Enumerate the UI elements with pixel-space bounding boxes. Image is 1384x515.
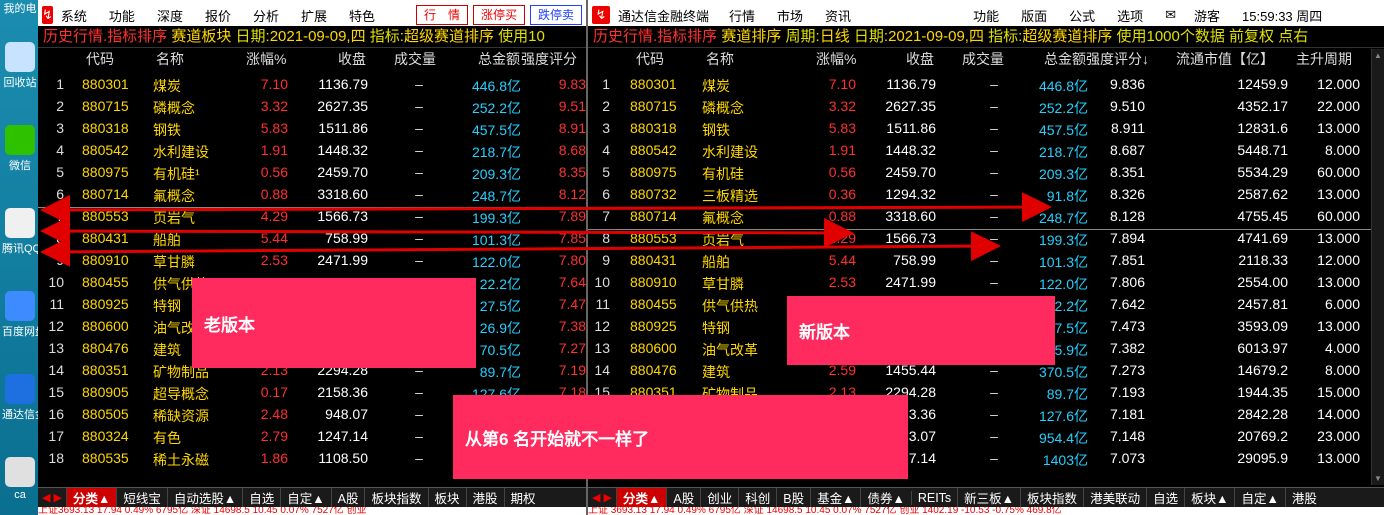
arrow-row-7 (40, 192, 1052, 225)
arrow-row-8 (40, 216, 854, 248)
difference-note: 从第6 名开始就不一样了 (453, 395, 908, 479)
old-version-label: 老版本 (192, 278, 476, 368)
new-version-label: 新版本 (787, 296, 1055, 365)
arrow-row-9 (40, 231, 1001, 267)
